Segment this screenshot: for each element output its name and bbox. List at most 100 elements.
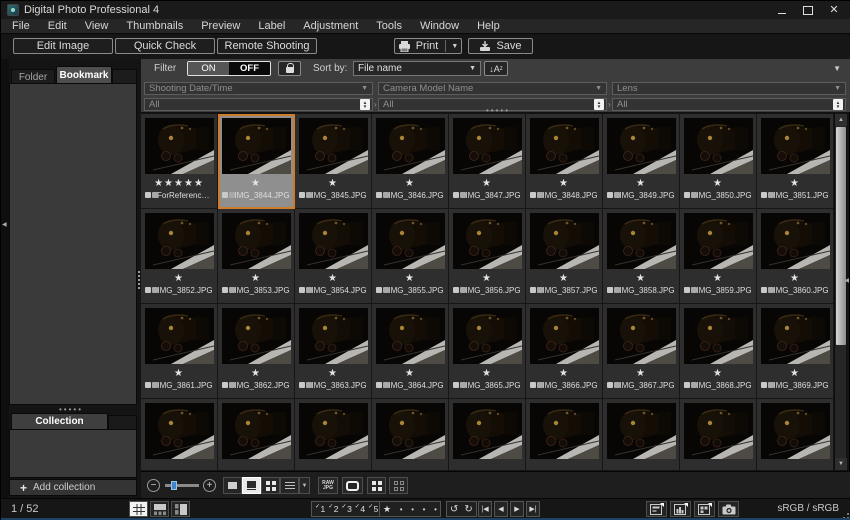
- star-rating[interactable]: ★: [526, 367, 602, 380]
- camera-model-dropdown[interactable]: Camera Model Name ▼: [378, 82, 607, 95]
- edit-image-button[interactable]: Edit Image: [13, 38, 113, 54]
- star-rating[interactable]: ★: [526, 177, 602, 190]
- thumbnail-cell[interactable]: [757, 399, 834, 470]
- thumbnail-cell[interactable]: ★ IMG_3865.JPG: [449, 304, 526, 399]
- menu-item[interactable]: Thumbnails: [117, 19, 192, 34]
- thumbnail-cell[interactable]: [449, 399, 526, 470]
- thumbnail-cell[interactable]: ★ IMG_3856.JPG: [449, 209, 526, 304]
- star-rating[interactable]: ★: [218, 367, 294, 380]
- show-frame-toggle[interactable]: [342, 477, 363, 494]
- star-rating[interactable]: ★: [603, 177, 679, 190]
- filter-collapse-arrow[interactable]: ▼: [833, 64, 841, 73]
- thumbnail-cell[interactable]: ★ IMG_3864.JPG: [372, 304, 449, 399]
- menu-item[interactable]: Tools: [367, 19, 411, 34]
- save-button[interactable]: Save: [468, 38, 533, 54]
- spinner-control[interactable]: ▲ ▼: [833, 99, 843, 110]
- shooting-date-dropdown[interactable]: Shooting Date/Time ▼: [144, 82, 373, 95]
- star-rating[interactable]: ★: [372, 272, 448, 285]
- thumbnail-cell[interactable]: [680, 399, 757, 470]
- left-panel-collapse-arrow[interactable]: ◀: [2, 221, 7, 228]
- thumbnail-cell[interactable]: ★ IMG_3854.JPG: [295, 209, 372, 304]
- zoom-out-button[interactable]: −: [147, 479, 160, 492]
- thumbnail-cell[interactable]: ★ IMG_3869.JPG: [757, 304, 834, 399]
- thumbnail-cell[interactable]: ★ IMG_3861.JPG: [141, 304, 218, 399]
- star-rating[interactable]: ★: [757, 177, 833, 190]
- tab-folder[interactable]: Folder: [11, 69, 55, 84]
- print-button[interactable]: Print ▼: [394, 38, 462, 54]
- rotate-right-button[interactable]: ↻: [464, 504, 472, 515]
- next-image-button[interactable]: ▶: [510, 501, 524, 517]
- star-rating[interactable]: ★: [295, 177, 371, 190]
- histogram-palette-toggle[interactable]: [670, 501, 691, 517]
- thumbnail-cell[interactable]: ★ IMG_3846.JPG: [372, 114, 449, 209]
- star-rating[interactable]: ★: [218, 177, 294, 190]
- rating-dot[interactable]: •: [434, 505, 437, 514]
- bookmark-panel[interactable]: [9, 83, 137, 405]
- thumbnail-cell[interactable]: [526, 399, 603, 470]
- zoom-in-button[interactable]: +: [203, 479, 216, 492]
- lens-dropdown[interactable]: Lens ▼: [612, 82, 846, 95]
- previous-image-button[interactable]: ◀: [494, 501, 508, 517]
- thumbnail-cell[interactable]: ★ IMG_3862.JPG: [218, 304, 295, 399]
- filter-off-button[interactable]: OFF: [229, 62, 270, 75]
- menu-item[interactable]: Adjustment: [294, 19, 367, 34]
- rotate-left-button[interactable]: ↺: [450, 504, 458, 515]
- star-icon[interactable]: ★: [383, 504, 391, 515]
- filter-on-button[interactable]: ON: [188, 62, 229, 75]
- menu-item[interactable]: Help: [468, 19, 509, 34]
- scrollbar-thumb[interactable]: [836, 127, 846, 345]
- rating-dot[interactable]: •: [411, 505, 414, 514]
- thumbnail-cell[interactable]: ★ IMG_3850.JPG: [680, 114, 757, 209]
- menu-item[interactable]: Preview: [192, 19, 249, 34]
- tab-bookmark[interactable]: Bookmark: [56, 66, 112, 84]
- minimize-button[interactable]: [769, 1, 795, 19]
- thumbnail-cell[interactable]: ★ IMG_3848.JPG: [526, 114, 603, 209]
- thumbnail-cell[interactable]: ★ IMG_3859.JPG: [680, 209, 757, 304]
- thumbnail-cell[interactable]: ★ IMG_3852.JPG: [141, 209, 218, 304]
- star-rating[interactable]: ★: [449, 177, 525, 190]
- star-rating[interactable]: ★: [526, 272, 602, 285]
- thumbnail-cell[interactable]: [603, 399, 680, 470]
- collection-panel[interactable]: [9, 429, 137, 478]
- thumbnail-cell[interactable]: ★ IMG_3866.JPG: [526, 304, 603, 399]
- view-thumbnails-with-info-button[interactable]: [242, 477, 261, 494]
- sort-direction-button[interactable]: ↓A z: [484, 61, 508, 76]
- view-list-button[interactable]: [280, 477, 299, 494]
- check-mark-button[interactable]: 4: [355, 504, 365, 514]
- thumbnail-cell[interactable]: ★ IMG_3857.JPG: [526, 209, 603, 304]
- layout-vertical-button[interactable]: [171, 501, 190, 517]
- thumbnail-size-slider[interactable]: [165, 481, 199, 490]
- star-rating[interactable]: ★: [295, 272, 371, 285]
- star-rating[interactable]: ★: [372, 177, 448, 190]
- star-rating[interactable]: ★: [295, 367, 371, 380]
- menu-item[interactable]: View: [76, 19, 118, 34]
- thumbnail-cell[interactable]: ★ IMG_3867.JPG: [603, 304, 680, 399]
- check-mark-button[interactable]: 5: [368, 504, 379, 514]
- last-image-button[interactable]: ▶|: [526, 501, 540, 517]
- first-image-button[interactable]: |◀: [478, 501, 492, 517]
- scroll-down-arrow[interactable]: ▼: [835, 458, 847, 470]
- thumbnail-cell[interactable]: ★ IMG_3851.JPG: [757, 114, 834, 209]
- star-rating[interactable]: ★: [680, 177, 756, 190]
- check-mark-button[interactable]: 1: [315, 504, 326, 514]
- menu-item[interactable]: File: [3, 19, 39, 34]
- multi-layout-alt-button[interactable]: [389, 477, 408, 494]
- rating-dot[interactable]: •: [400, 505, 403, 514]
- grid-scrollbar[interactable]: ▲ ▼: [834, 114, 847, 470]
- spinner-control[interactable]: ▲ ▼: [360, 99, 370, 110]
- star-rating[interactable]: ★: [141, 272, 217, 285]
- right-panel-collapse-arrow[interactable]: ◀: [844, 277, 849, 284]
- quick-check-palette-toggle[interactable]: [694, 501, 715, 517]
- tool-palette-toggle[interactable]: [646, 501, 667, 517]
- raw-jpeg-display-toggle[interactable]: RAW JPG: [318, 477, 338, 494]
- thumbnail-cell[interactable]: ★ IMG_3853.JPG: [218, 209, 295, 304]
- camera-connect-button[interactable]: [718, 501, 739, 517]
- maximize-button[interactable]: [795, 1, 821, 19]
- thumbnail-cell[interactable]: [141, 399, 218, 470]
- scroll-up-arrow[interactable]: ▲: [835, 114, 847, 126]
- slider-handle[interactable]: [171, 481, 177, 490]
- lens-filter-field[interactable]: All ▲ ▼: [612, 98, 846, 111]
- star-rating[interactable]: ★: [680, 367, 756, 380]
- rating-dot[interactable]: •: [423, 505, 426, 514]
- star-rating[interactable]: ★: [141, 367, 217, 380]
